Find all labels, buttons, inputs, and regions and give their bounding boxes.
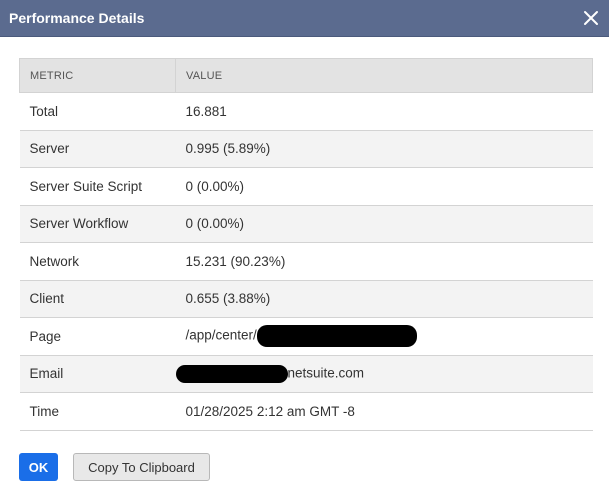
table-row: Page /app/center/ (19, 317, 593, 356)
close-icon (584, 11, 598, 25)
table-row: Total 16.881 (19, 92, 593, 131)
close-button[interactable] (579, 6, 603, 30)
metric-cell: Server Suite Script (19, 167, 176, 206)
redaction-block (175, 364, 288, 383)
value-cell: 16.881 (175, 92, 593, 131)
redaction-block (256, 325, 417, 348)
value-cell: netsuite.com (175, 355, 593, 393)
metrics-table-container: METRIC VALUE Total 16.881 Server 0.995 (… (19, 58, 593, 431)
table-row: Server 0.995 (5.89%) (19, 130, 593, 168)
column-header-value: VALUE (175, 58, 593, 93)
metric-cell: Network (19, 242, 176, 281)
performance-details-dialog: Performance Details METRIC VALUE Total 1… (0, 0, 609, 495)
table-row: Time 01/28/2025 2:12 am GMT -8 (19, 392, 593, 431)
value-cell: 0.655 (3.88%) (175, 280, 593, 318)
table-row: Server Workflow 0 (0.00%) (19, 205, 593, 243)
ok-button[interactable]: OK (19, 453, 58, 481)
copy-to-clipboard-button[interactable]: Copy To Clipboard (73, 453, 210, 481)
metric-cell: Email (19, 355, 176, 393)
metric-cell: Client (19, 280, 176, 318)
metric-cell: Server (19, 130, 176, 168)
table-row: Email netsuite.com (19, 355, 593, 393)
metric-cell: Server Workflow (19, 205, 176, 243)
table-header-row: METRIC VALUE (19, 58, 593, 93)
metric-cell: Time (19, 392, 176, 431)
value-cell: 15.231 (90.23%) (175, 242, 593, 281)
column-header-metric: METRIC (19, 58, 176, 93)
table-row: Network 15.231 (90.23%) (19, 242, 593, 281)
dialog-title: Performance Details (9, 10, 145, 26)
value-cell: 0 (0.00%) (175, 167, 593, 206)
email-domain-suffix: netsuite.com (287, 365, 365, 381)
metric-cell: Page (19, 317, 176, 356)
table-row: Server Suite Script 0 (0.00%) (19, 167, 593, 206)
value-cell: 0.995 (5.89%) (175, 130, 593, 168)
page-url-prefix: /app/center/ (185, 327, 257, 343)
table-row: Client 0.655 (3.88%) (19, 280, 593, 318)
metric-cell: Total (19, 92, 176, 131)
value-cell: 01/28/2025 2:12 am GMT -8 (175, 392, 593, 431)
metrics-table: METRIC VALUE Total 16.881 Server 0.995 (… (19, 58, 593, 431)
dialog-titlebar: Performance Details (0, 0, 609, 37)
value-cell: /app/center/ (175, 317, 593, 356)
value-cell: 0 (0.00%) (175, 205, 593, 243)
